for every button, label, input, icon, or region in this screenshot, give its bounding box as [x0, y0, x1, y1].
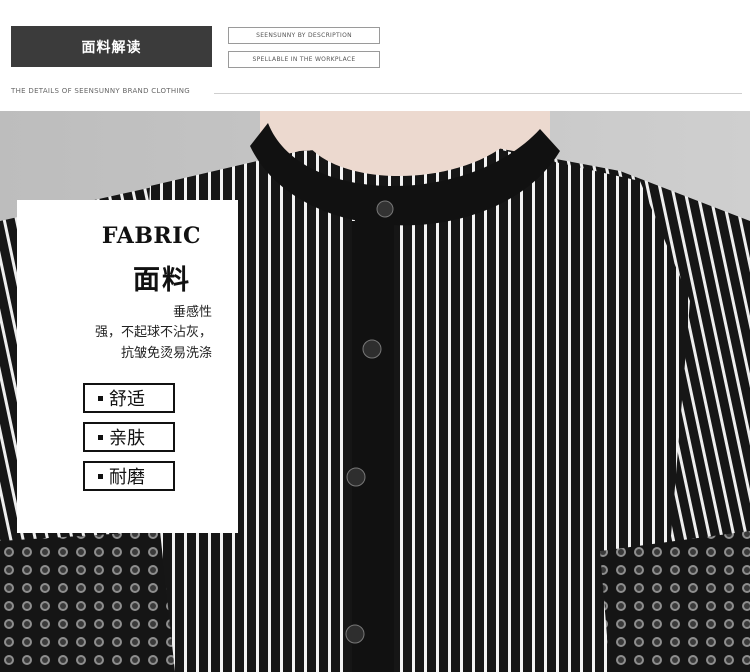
bullet-icon	[98, 395, 103, 401]
fabric-info-card: FABRIC 面料 垂感性 强，不起球不沾灰， 抗皱免烫易洗涤 舒适 亲肤 耐磨	[17, 200, 238, 533]
fabric-desc-line: 抗皱免烫易洗涤	[120, 346, 212, 361]
subtitle-details: THE DETAILS OF SEENSUNNY BRAND CLOTHING	[11, 87, 191, 95]
feature-label: 耐磨	[109, 467, 145, 488]
feature-tag-durable: 耐磨	[83, 461, 175, 491]
section-title-badge: 面料解读	[11, 26, 212, 67]
tagline-workplace: SPELLABLE IN THE WORKPLACE	[228, 51, 380, 68]
fabric-title-en: FABRIC	[101, 223, 201, 249]
divider-line	[214, 93, 742, 94]
tagline-description: SEENSUNNY BY DESCRIPTION	[228, 27, 380, 44]
feature-label: 亲肤	[109, 428, 145, 449]
fabric-title-cn: 面料	[133, 265, 191, 296]
feature-label: 舒适	[109, 389, 145, 410]
fabric-desc-line: 垂感性	[172, 305, 212, 320]
bullet-icon	[98, 473, 103, 479]
fabric-desc-line: 强，不起球不沾灰，	[94, 325, 212, 340]
feature-tag-skin-friendly: 亲肤	[83, 422, 175, 452]
feature-tag-comfort: 舒适	[83, 383, 175, 413]
bullet-icon	[98, 434, 103, 440]
